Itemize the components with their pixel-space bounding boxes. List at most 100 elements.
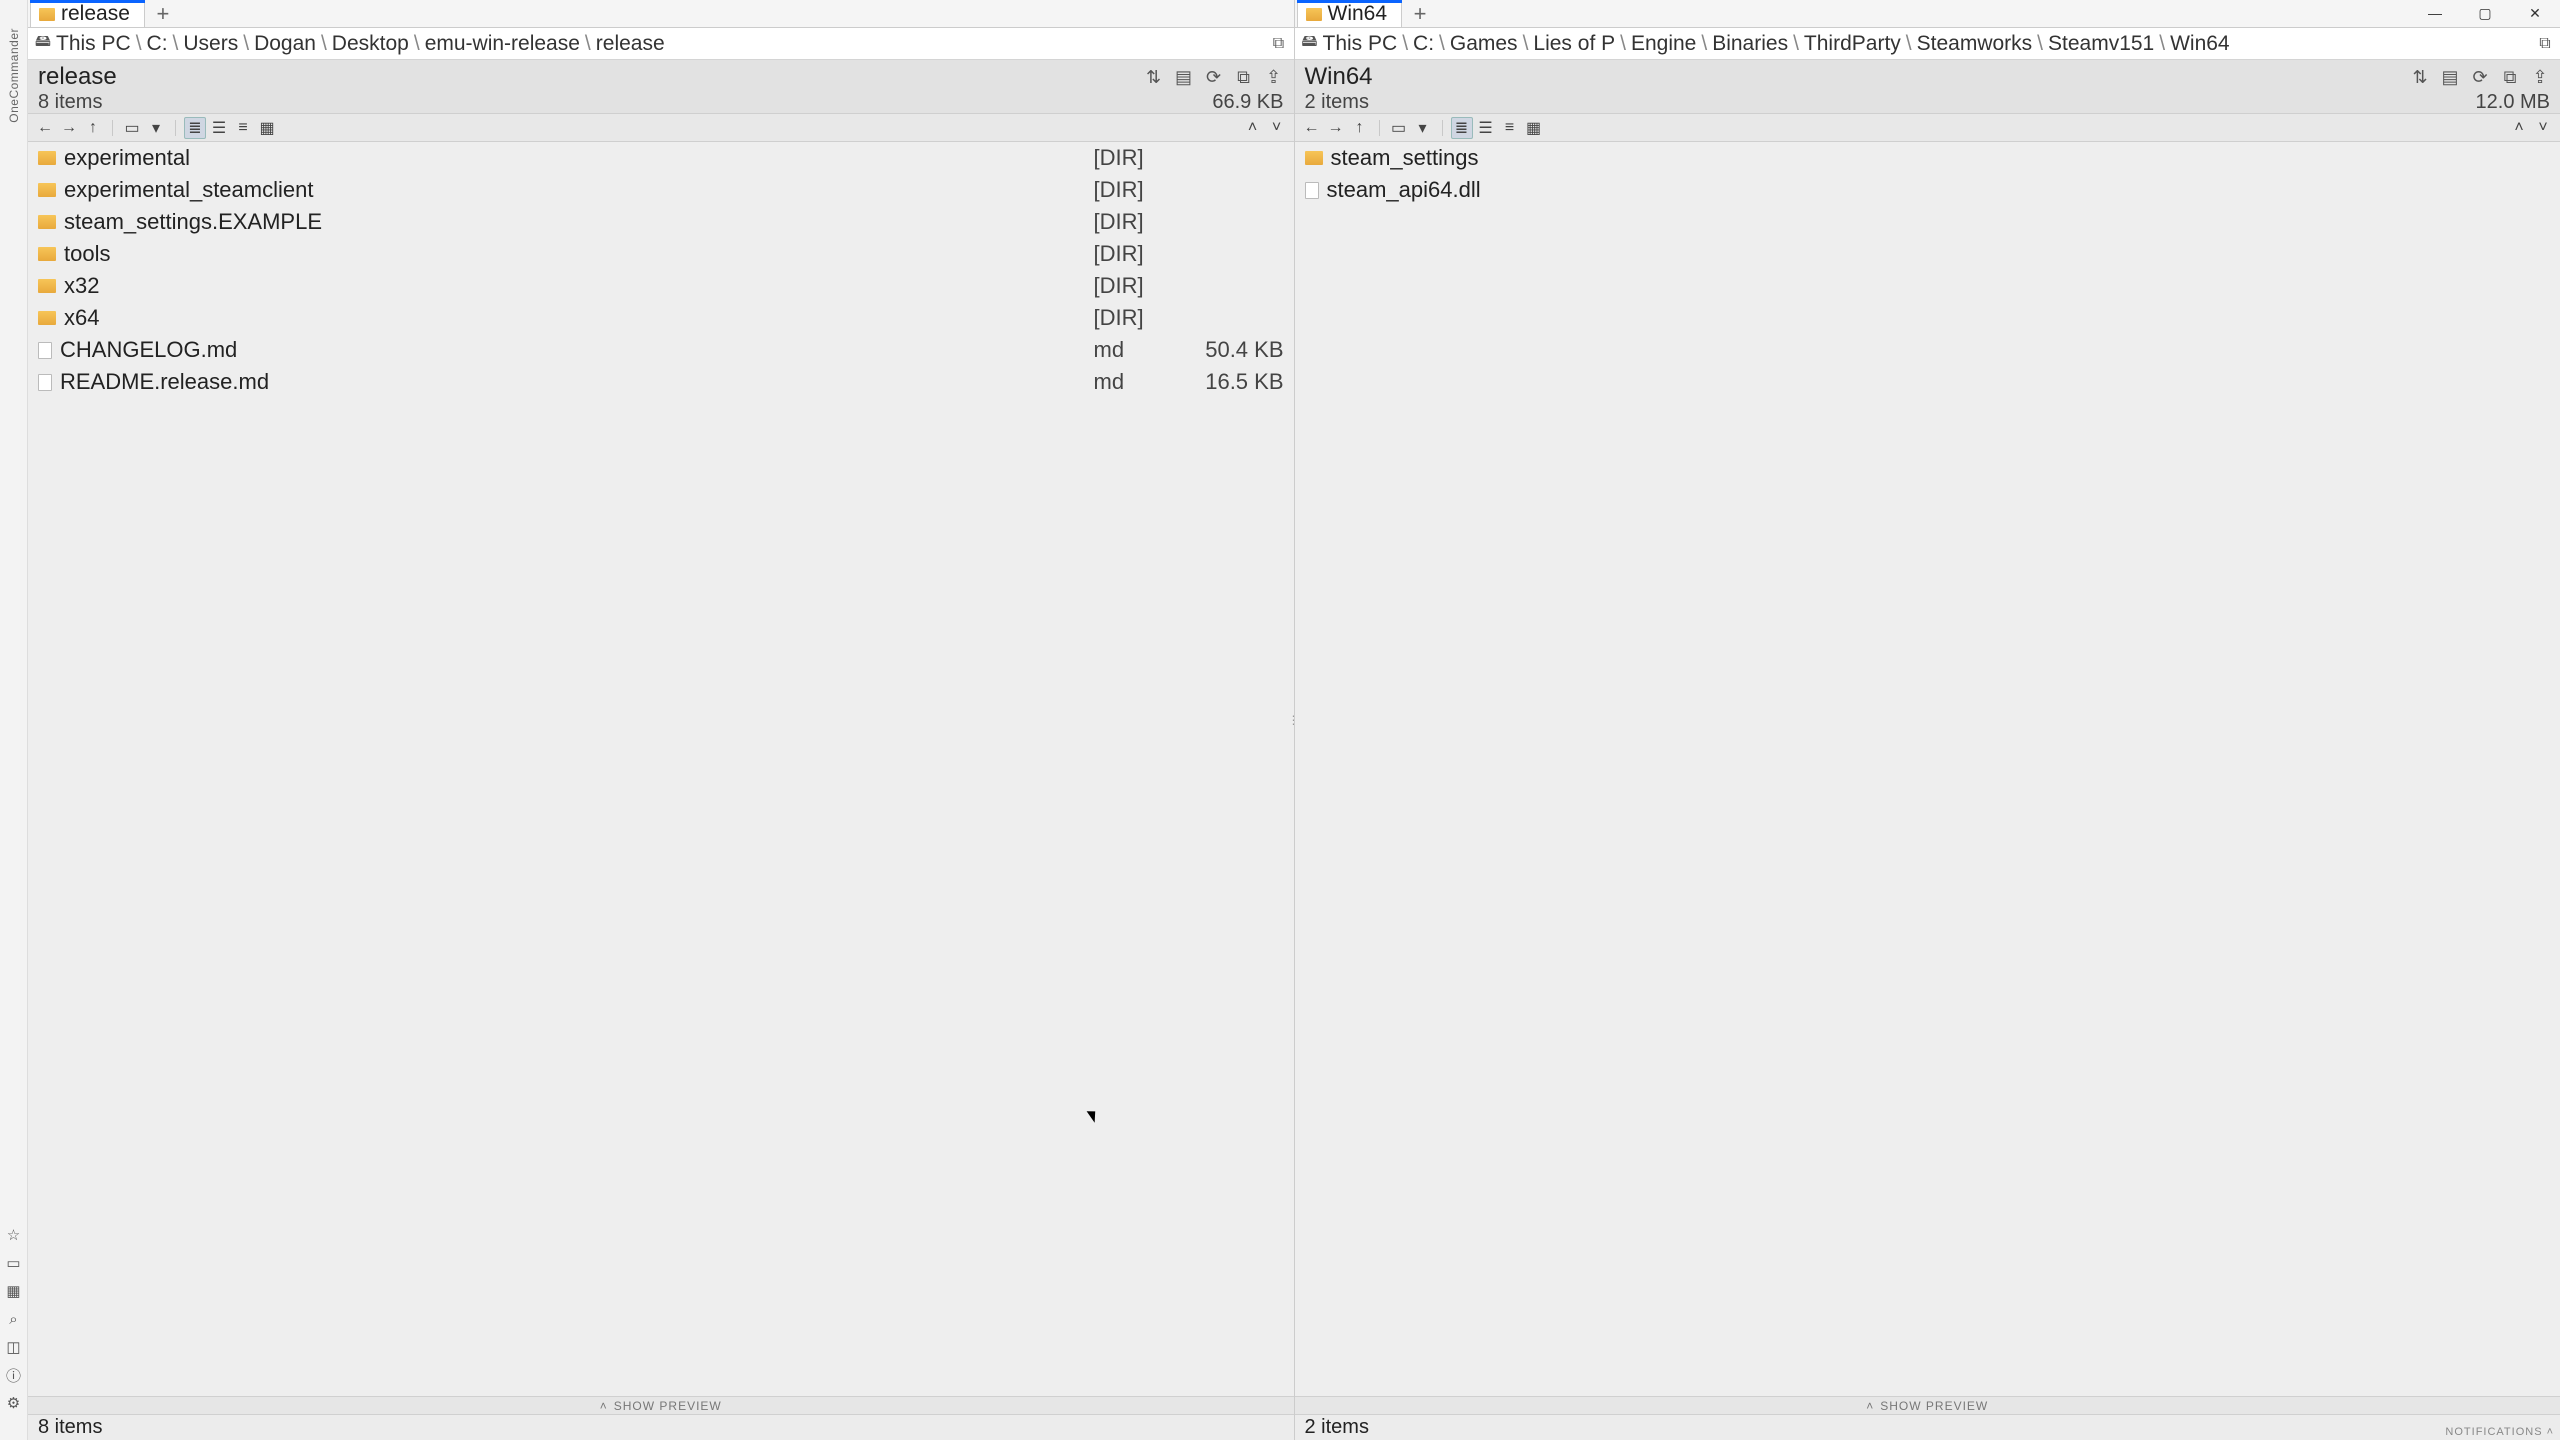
new-tab-button[interactable]: + [149,0,177,27]
list-item[interactable]: steam_api64.dll [1295,174,2560,206]
refresh-icon[interactable]: ⟳ [1204,67,1224,87]
list-item[interactable]: steam_settings.EXAMPLE[DIR] [28,206,1294,238]
breadcrumb-segment[interactable]: ThirdParty [1804,32,1901,56]
breadcrumb-segment[interactable]: C: [147,32,168,56]
breadcrumb-root[interactable]: This PC [56,32,131,56]
new-folder-button[interactable]: ▭ [1388,117,1410,139]
filter-icon[interactable]: ▤ [2440,67,2460,87]
nav-up-button[interactable]: ↑ [1349,117,1371,139]
breadcrumb-segment[interactable]: Users [183,32,238,56]
view-compact-button[interactable]: ≡ [232,117,254,139]
list-item[interactable]: CHANGELOG.mdmd50.4 KB [28,334,1294,366]
view-details-button[interactable]: ☰ [1475,117,1497,139]
new-tab-button[interactable]: + [1406,0,1434,27]
pin-icon[interactable]: ⇪ [1264,67,1284,87]
breadcrumb-segment[interactable]: Win64 [2170,32,2230,56]
panel-icon[interactable]: ◫ [5,1338,23,1356]
tab[interactable]: Win64 [1297,0,1403,27]
breadcrumb-segment[interactable]: release [596,32,665,56]
filter-icon[interactable]: ▤ [1174,67,1194,87]
breadcrumb-segment[interactable]: Dogan [254,32,316,56]
gear-icon[interactable]: ⚙ [5,1394,23,1412]
list-item[interactable]: steam_settings [1295,142,2560,174]
copy-icon[interactable]: ⧉ [1234,67,1254,87]
tree-toggle-icon[interactable]: ⧉ [2536,35,2554,53]
tree-toggle-icon[interactable]: ⧉ [1270,35,1288,53]
star-icon[interactable]: ☆ [5,1226,23,1244]
preview-toggle[interactable]: ˄ SHOW PREVIEW [28,1396,1294,1414]
view-tiles-button[interactable]: ▦ [256,117,278,139]
breadcrumb-segment[interactable]: Games [1450,32,1518,56]
search-icon[interactable]: ⌕ [5,1310,23,1328]
list-item[interactable]: x32[DIR] [28,270,1294,302]
sort-type-caret[interactable]: ˄ [1242,117,1264,139]
breadcrumb-root[interactable]: This PC [1323,32,1398,56]
breadcrumb-segment[interactable]: Steamworks [1917,32,2033,56]
sort-icon[interactable]: ⇅ [1144,67,1164,87]
app-name-label: OneCommander [7,28,21,123]
sort-type-caret[interactable]: ˄ [2508,117,2530,139]
breadcrumb-separator: \ [170,32,182,56]
copy-icon[interactable]: ⧉ [2500,67,2520,87]
tab[interactable]: release [30,0,145,27]
list-item[interactable]: tools[DIR] [28,238,1294,270]
nav-forward-button[interactable]: → [1325,117,1347,139]
breadcrumb-segment[interactable]: Desktop [332,32,409,56]
window-minimize-button[interactable]: — [2410,0,2460,26]
new-folder-button[interactable]: ▭ [121,117,143,139]
folder-icon [1306,8,1322,21]
notifications-toggle[interactable]: NOTIFICATIONS ˄ [2445,1426,2554,1438]
view-list-button[interactable]: ≣ [1451,117,1473,139]
preview-toggle[interactable]: ˄SHOW PREVIEW [1295,1396,2560,1414]
folder-icon [38,279,56,293]
sort-icon[interactable]: ⇅ [2410,67,2430,87]
nav-back-button[interactable]: ← [34,117,56,139]
grid-icon[interactable]: ▦ [5,1282,23,1300]
nav-back-button[interactable]: ← [1301,117,1323,139]
nav-up-button[interactable]: ↑ [82,117,104,139]
info-icon[interactable]: ⓘ [5,1366,23,1384]
list-item[interactable]: x64[DIR] [28,302,1294,334]
file-name: x64 [64,305,1094,331]
list-item[interactable]: README.release.mdmd16.5 KB [28,366,1294,398]
list-item[interactable]: experimental_steamclient[DIR] [28,174,1294,206]
folder-icon [38,247,56,261]
pin-icon[interactable]: ⇪ [2530,67,2550,87]
file-list[interactable]: experimental[DIR]experimental_steamclien… [28,142,1294,1396]
sort-size-caret[interactable]: ˅ [1266,117,1288,139]
breadcrumb-segment[interactable]: emu-win-release [425,32,580,56]
chevron-up-icon: ˄ [1866,1399,1874,1413]
breadcrumb-segment[interactable]: Engine [1631,32,1696,56]
window-icon[interactable]: ▭ [5,1254,23,1272]
info-bar-tools: ⇅ ▤ ⟳ ⧉ ⇪ [1144,67,1284,87]
breadcrumb-segment[interactable]: Steamv151 [2048,32,2154,56]
breadcrumb-segment[interactable]: C: [1413,32,1434,56]
window-close-button[interactable]: ✕ [2510,0,2560,26]
history-dropdown-button[interactable]: ▾ [145,117,167,139]
breadcrumb-separator: \ [582,32,594,56]
view-compact-button[interactable]: ≡ [1499,117,1521,139]
tab-label: release [61,2,130,26]
view-details-button[interactable]: ☰ [208,117,230,139]
preview-toggle-label: SHOW PREVIEW [614,1399,722,1413]
breadcrumb-segment[interactable]: Binaries [1712,32,1788,56]
refresh-icon[interactable]: ⟳ [2470,67,2490,87]
folder-info-bar: release⇅▤⟳⧉⇪8 items66.9 KB [28,60,1294,114]
history-dropdown-button[interactable]: ▾ [1412,117,1434,139]
view-list-button[interactable]: ≣ [184,117,206,139]
breadcrumb-segment[interactable]: Lies of P [1533,32,1615,56]
path-bar[interactable]: 🖴This PC\C:\Games\Lies of P\Engine\Binar… [1295,28,2560,60]
file-list[interactable]: steam_settingssteam_api64.dll [1295,142,2560,1396]
chevron-up-icon: ˄ [600,1399,608,1413]
sort-size-caret[interactable]: ˅ [2532,117,2554,139]
file-name: experimental_steamclient [64,177,1094,203]
nav-forward-button[interactable]: → [58,117,80,139]
toolbar-separator [112,120,113,136]
path-bar[interactable]: 🖴This PC\C:\Users\Dogan\Desktop\emu-win-… [28,28,1294,60]
list-item[interactable]: experimental[DIR] [28,142,1294,174]
window-maximize-button[interactable]: ▢ [2460,0,2510,26]
breadcrumb-separator: \ [1399,32,1411,56]
file-name: steam_settings.EXAMPLE [64,209,1094,235]
file-icon [1305,182,1319,199]
view-tiles-button[interactable]: ▦ [1523,117,1545,139]
